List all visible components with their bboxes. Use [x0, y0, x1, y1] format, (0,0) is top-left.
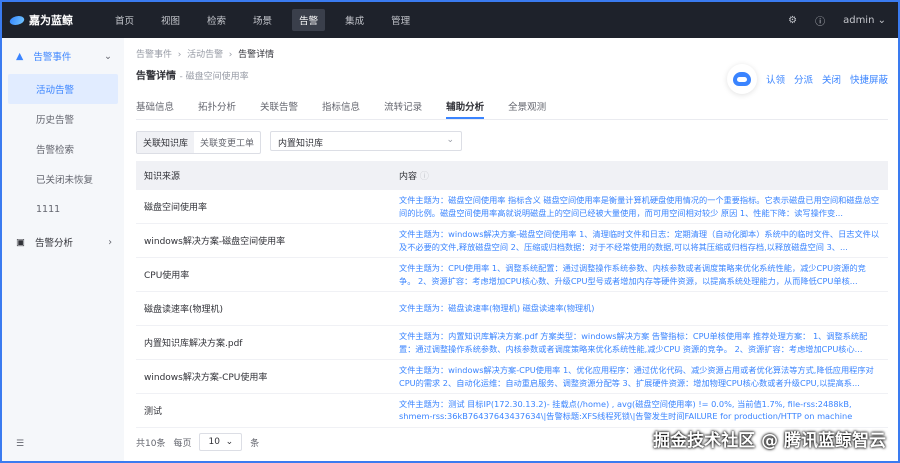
segment-change-tickets[interactable]: 关联变更工单 [194, 132, 260, 153]
table-row: 磁盘读速率(物理机) 文件主题为：磁盘读速率(物理机) 磁盘读速率(物理机) [136, 292, 888, 326]
per-page-unit: 条 [250, 438, 260, 449]
help-icon[interactable]: ⓘ [815, 13, 825, 28]
table-row: 磁盘空间使用率 文件主题为：磁盘空间使用率 指标含义 磁盘空间使用率是衡量计算机硬… [136, 190, 888, 224]
sidebar-group-alert-events[interactable]: ▲ 告警事件 ⌄ [2, 38, 124, 74]
tab[interactable]: 流转记录 [384, 96, 422, 119]
page-title: 告警详情 - 磁盘空间使用率 [136, 71, 249, 82]
chevron-down-icon: ⌄ [446, 135, 454, 145]
table-row: windows解决方案-磁盘空间使用率 文件主题为：windows解决方案-磁盘空… [136, 224, 888, 258]
table-row: windows解决方案-CPU使用率 文件主题为：windows解决方案-CPU使… [136, 360, 888, 394]
breadcrumb-current: 告警详情 [238, 50, 275, 60]
content-link[interactable]: 文件主题为：测试 目标IP(172.30.13.2)- 挂载点(/home) ,… [391, 398, 888, 424]
close-alert-button[interactable]: 关闭 [822, 72, 841, 86]
content-link[interactable]: 文件主题为：CPU使用率 1、调整系统配置：通过调整操作系统参数、内核参数或者调… [391, 262, 888, 287]
breadcrumb-item[interactable]: 活动告警 [187, 50, 223, 60]
table-row: 测试 文件主题为：测试 目标IP(172.30.13.2)- 挂载点(/home)… [136, 394, 888, 428]
per-page-label: 每页 [173, 438, 192, 449]
sidebar-item[interactable]: 活动告警 [8, 74, 118, 104]
column-header-source: 知识来源 [144, 172, 181, 182]
sidebar-group-alert-analysis[interactable]: ▣ 告警分析 › [2, 224, 124, 260]
nav-item[interactable]: 告警 [292, 9, 326, 31]
table-row: CPU使用率 文件主题为：CPU使用率 1、调整系统配置：通过调整操作系统参数、内… [136, 258, 888, 292]
gear-icon[interactable]: ⚙ [788, 15, 797, 26]
source-cell: windows解决方案-CPU使用率 [144, 373, 268, 383]
source-cell: 磁盘空间使用率 [144, 203, 208, 213]
nav-item[interactable]: 管理 [384, 9, 417, 31]
nav-item[interactable]: 集成 [338, 9, 371, 31]
sidebar-item[interactable]: 历史告警 [8, 104, 118, 134]
column-header-content: 内容 ⓘ [399, 172, 429, 182]
nav-item[interactable]: 视图 [154, 9, 187, 31]
source-cell: CPU使用率 [144, 271, 190, 281]
nav-item[interactable]: 场景 [246, 9, 279, 31]
logo[interactable]: 嘉为蓝鲸 [8, 12, 100, 28]
tab[interactable]: 拓扑分析 [198, 96, 236, 119]
source-cell: 测试 [144, 407, 163, 417]
sidebar: ▲ 告警事件 ⌄ 活动告警 历史告警 告警检索 已关闭未恢复 1111 ▣ 告警分析 › ☰ [2, 38, 124, 461]
source-segment: 关联知识库 关联变更工单 [136, 131, 262, 154]
nav-item[interactable]: 首页 [108, 9, 141, 31]
source-cell: windows解决方案-磁盘空间使用率 [144, 237, 286, 247]
bell-icon: ▲ [16, 50, 24, 62]
user-menu[interactable]: admin ⌄ [843, 15, 886, 26]
claim-button[interactable]: 认领 [766, 72, 785, 86]
sidebar-item[interactable]: 告警检索 [8, 134, 118, 164]
help-icon: ⓘ [419, 172, 429, 182]
tab[interactable]: 基础信息 [136, 96, 174, 119]
total-count: 共10条 [136, 438, 166, 449]
knowledge-base-select[interactable]: 内置知识库 ⌄ [270, 131, 462, 151]
content-link[interactable]: 文件主题为：磁盘空间使用率 指标含义 磁盘空间使用率是衡量计算机硬盘使用情况的一… [391, 194, 888, 219]
table-header: 知识来源 内容 ⓘ [136, 161, 888, 190]
segment-knowledge-base[interactable]: 关联知识库 [137, 132, 195, 153]
quick-mute-button[interactable]: 快捷屏蔽 [850, 72, 888, 86]
tab[interactable]: 关联告警 [260, 96, 298, 119]
top-nav-bar: 嘉为蓝鲸 首页 视图 检索 场景 告警 集成 管理 ⚙ ⓘ admin ⌄ [2, 2, 898, 38]
detail-tabs: 基础信息 拓扑分析 关联告警 指标信息 流转记录 辅助分析 全景观测 [136, 96, 888, 120]
chevron-down-icon: ⌄ [104, 50, 112, 62]
page-size-select[interactable]: 10 ⌄ [199, 433, 243, 451]
assign-button[interactable]: 分派 [794, 72, 813, 86]
sidebar-item[interactable]: 已关闭未恢复 [8, 164, 118, 194]
assistant-bot-icon[interactable] [726, 64, 757, 94]
pagination: 共10条 每页 10 ⌄ 条 [136, 433, 259, 451]
content-link[interactable]: 文件主题为：windows解决方案-磁盘空间使用率 1、清理临时文件和日志：定期… [391, 228, 888, 253]
tab[interactable]: 辅助分析 [446, 96, 485, 119]
collapse-sidebar-icon[interactable]: ☰ [16, 439, 24, 449]
watermark: 掘金技术社区 @ 腾讯蓝鲸智云 [653, 431, 886, 451]
tab[interactable]: 指标信息 [322, 96, 360, 119]
source-cell: 磁盘读速率(物理机) [144, 305, 224, 315]
content-link[interactable]: 文件主题为：windows解决方案-CPU使用率 1、优化应用程序：通过优化代码… [391, 364, 888, 389]
main-nav: 首页 视图 检索 场景 告警 集成 管理 [108, 9, 430, 31]
main-content: 告警事件 › 活动告警 › 告警详情 告警详情 - 磁盘空间使用率 认领 分派 … [124, 38, 898, 461]
knowledge-table: 知识来源 内容 ⓘ 磁盘空间使用率 文件主题为：磁盘空间使用率 指标含义 磁盘空间… [136, 161, 888, 428]
tab[interactable]: 全景观测 [508, 96, 546, 119]
sidebar-item[interactable]: 1111 [8, 194, 118, 224]
chevron-right-icon: › [108, 236, 112, 248]
breadcrumb: 告警事件 › 活动告警 › 告警详情 [136, 50, 275, 60]
content-link[interactable]: 文件主题为：内置知识库解决方案.pdf 方案类型：windows解决方案 告警指… [391, 330, 888, 355]
logo-icon [8, 15, 26, 25]
nav-item[interactable]: 检索 [200, 9, 233, 31]
chart-icon: ▣ [16, 236, 25, 248]
breadcrumb-item[interactable]: 告警事件 [136, 50, 172, 60]
table-row: 内置知识库解决方案.pdf 文件主题为：内置知识库解决方案.pdf 方案类型：wi… [136, 326, 888, 360]
source-cell: 内置知识库解决方案.pdf [144, 339, 243, 349]
content-link[interactable]: 文件主题为：磁盘读速率(物理机) 磁盘读速率(物理机) [391, 302, 888, 315]
